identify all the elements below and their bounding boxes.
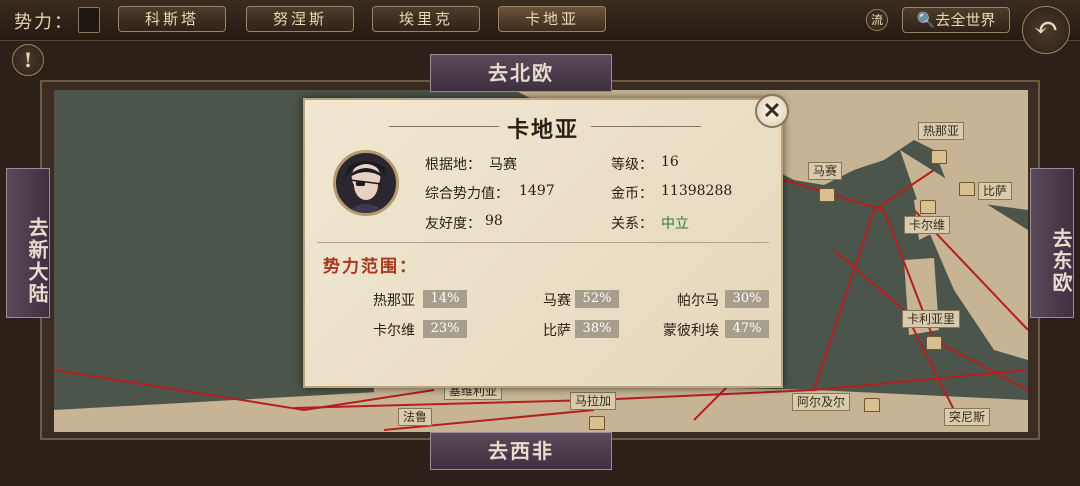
gold-value: 11398288 (661, 183, 733, 199)
range-city-pct: 30% (725, 290, 769, 308)
go-north-europe-button[interactable]: 去北欧 (430, 54, 612, 92)
range-city-name: 比萨 (543, 323, 571, 339)
power-value: 1497 (519, 183, 555, 199)
city-label-malaga: 马拉加 (570, 392, 617, 410)
range-city-name: 卡尔维 (373, 323, 415, 339)
back-button[interactable]: ↶ (1022, 6, 1070, 54)
city-label-faro: 法鲁 (398, 408, 433, 426)
go-new-world-button[interactable]: 去新大陆 (6, 168, 50, 318)
city-marker-algiers[interactable] (864, 398, 880, 412)
range-city-pct: 38% (575, 320, 619, 338)
base-value: 马赛 (489, 157, 517, 173)
range-city-name: 马赛 (543, 293, 571, 309)
relation-value: 中立 (661, 216, 689, 232)
city-marker-calvi[interactable] (920, 200, 936, 214)
dialog-title: 卡地亚 (506, 117, 579, 143)
go-west-africa-button[interactable]: 去西非 (430, 432, 612, 470)
city-label-algiers: 阿尔及尔 (792, 393, 851, 411)
alert-button[interactable]: ! (12, 44, 44, 76)
go-east-europe-label: 去东欧 (1049, 228, 1073, 294)
go-world-button[interactable]: 🔍去全世界 (902, 7, 1010, 33)
tab-cartier[interactable]: 卡地亚 (498, 6, 606, 32)
range-city-pct: 23% (423, 320, 467, 338)
gold-label: 金币： (611, 186, 653, 202)
faction-dropdown[interactable] (78, 7, 100, 33)
level-value: 16 (661, 154, 679, 170)
tab-eric[interactable]: 埃里克 (372, 6, 480, 32)
range-city-name: 帕尔马 (677, 293, 719, 309)
city-marker-pisa[interactable] (959, 182, 975, 196)
exclamation-icon: ! (23, 48, 33, 72)
city-label-calvi: 卡尔维 (904, 216, 951, 234)
range-city-pct: 47% (725, 320, 769, 338)
tab-nunez[interactable]: 努涅斯 (246, 6, 354, 32)
go-new-world-label: 去新大陆 (25, 217, 49, 305)
leader-avatar (333, 150, 399, 216)
power-label: 综合势力值： (425, 186, 509, 202)
city-label-genoa: 热那亚 (918, 122, 965, 140)
top-bar: 势力： 科斯塔 努涅斯 埃里克 卡地亚 流 🔍去全世界 (0, 0, 1080, 41)
close-icon: ✕ (762, 98, 782, 124)
close-button[interactable]: ✕ (755, 94, 789, 128)
city-marker-malaga[interactable] (589, 416, 605, 430)
city-label-tunis: 突尼斯 (944, 408, 991, 426)
level-label: 等级： (611, 157, 653, 173)
range-city-pct: 52% (575, 290, 619, 308)
go-world-label: 去全世界 (935, 11, 996, 29)
base-label: 根据地： (425, 157, 481, 173)
city-marker-marseille[interactable] (819, 188, 835, 202)
flow-button[interactable]: 流 (866, 9, 888, 31)
city-label-pisa: 比萨 (978, 182, 1013, 200)
city-label-cagliari: 卡利亚里 (902, 310, 961, 328)
faction-label: 势力： (14, 12, 74, 33)
range-city-name: 热那亚 (373, 293, 415, 309)
range-city-name: 蒙彼利埃 (663, 323, 719, 339)
friendship-value: 98 (485, 213, 503, 229)
dialog-divider (317, 242, 769, 243)
city-marker-genoa[interactable] (931, 150, 947, 164)
friendship-label: 友好度： (425, 216, 481, 232)
range-city-pct: 14% (423, 290, 467, 308)
search-icon: 🔍 (916, 11, 936, 29)
go-east-europe-button[interactable]: 去东欧 (1030, 168, 1074, 318)
relation-label: 关系： (611, 216, 653, 232)
city-marker-cagliari[interactable] (926, 336, 942, 350)
leader-portrait-icon (344, 161, 388, 213)
faction-info-dialog: 卡地亚 ✕ 根据地： 马赛 等级： 16 综合势力值： 1497 金币： 113… (303, 94, 789, 388)
city-label-marseille: 马赛 (808, 162, 843, 180)
range-title: 势力范围： (323, 257, 418, 277)
title-ornament-right (591, 126, 701, 127)
tab-costa[interactable]: 科斯塔 (118, 6, 226, 32)
back-arrow-icon: ↶ (1033, 11, 1059, 46)
